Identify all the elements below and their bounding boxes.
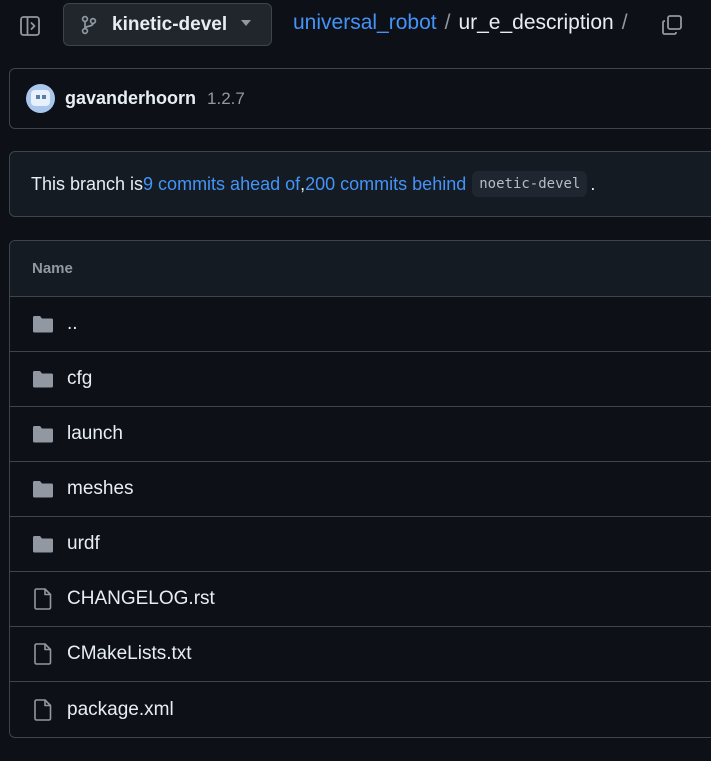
- file-name-link[interactable]: launch: [67, 423, 123, 445]
- file-name-link[interactable]: ..: [67, 313, 78, 335]
- file-icon: [32, 588, 54, 610]
- commit-author-link[interactable]: gavanderhoorn: [65, 88, 196, 109]
- file-row[interactable]: ..: [10, 297, 711, 352]
- file-name-link[interactable]: CHANGELOG.rst: [67, 588, 215, 610]
- file-name-link[interactable]: package.xml: [67, 699, 174, 721]
- copy-icon: [662, 15, 682, 35]
- commit-message[interactable]: 1.2.7: [207, 89, 245, 109]
- branch-name: kinetic-devel: [112, 13, 228, 35]
- file-row[interactable]: CHANGELOG.rst: [10, 572, 711, 627]
- folder-icon: [32, 313, 54, 335]
- file-name-link[interactable]: CMakeLists.txt: [67, 643, 192, 665]
- branch-status-suffix: .: [590, 173, 596, 194]
- folder-icon: [32, 423, 54, 445]
- branch-selector-button[interactable]: kinetic-devel: [63, 3, 272, 46]
- breadcrumb-repo-link[interactable]: universal_robot: [293, 11, 437, 35]
- sidebar-collapse-icon: [20, 16, 40, 36]
- folder-icon: [32, 533, 54, 555]
- column-header-name: Name: [32, 260, 73, 277]
- top-bar: kinetic-devel universal_robot / ur_e_des…: [0, 0, 711, 50]
- git-branch-icon: [80, 15, 100, 35]
- breadcrumb-current-folder: ur_e_description: [458, 11, 614, 34]
- file-icon: [32, 698, 54, 721]
- file-table-header: Name: [10, 241, 711, 297]
- breadcrumb-separator: /: [444, 11, 451, 34]
- file-row[interactable]: urdf: [10, 517, 711, 572]
- file-table: Name .. cfg launch meshes urdf CHANGELOG…: [9, 240, 711, 738]
- file-name-link[interactable]: meshes: [67, 478, 134, 500]
- file-name-link[interactable]: urdf: [67, 533, 100, 555]
- file-name-link[interactable]: cfg: [67, 368, 92, 390]
- chevron-down-icon: [241, 20, 251, 26]
- sidebar-toggle-button[interactable]: [16, 12, 44, 40]
- branch-status-banner: This branch is 9 commits ahead of , 200 …: [9, 151, 711, 217]
- latest-commit-box: gavanderhoorn 1.2.7: [9, 68, 711, 129]
- breadcrumb-trailing-separator: /: [621, 11, 628, 34]
- commits-behind-link[interactable]: 200 commits behind: [305, 174, 466, 195]
- branch-status-prefix: This branch is: [31, 173, 144, 194]
- file-icon: [32, 643, 54, 665]
- commits-ahead-link[interactable]: 9 commits ahead of: [143, 174, 300, 195]
- file-row[interactable]: cfg: [10, 352, 711, 407]
- folder-icon: [32, 478, 54, 500]
- file-row[interactable]: CMakeLists.txt: [10, 627, 711, 682]
- folder-icon: [32, 368, 54, 390]
- copy-path-button[interactable]: [658, 11, 686, 39]
- base-branch-badge: noetic-devel: [472, 171, 588, 197]
- file-row[interactable]: launch: [10, 407, 711, 462]
- avatar[interactable]: [26, 84, 55, 113]
- breadcrumb: universal_robot / ur_e_description /: [293, 11, 636, 35]
- file-row[interactable]: package.xml: [10, 682, 711, 737]
- file-row[interactable]: meshes: [10, 462, 711, 517]
